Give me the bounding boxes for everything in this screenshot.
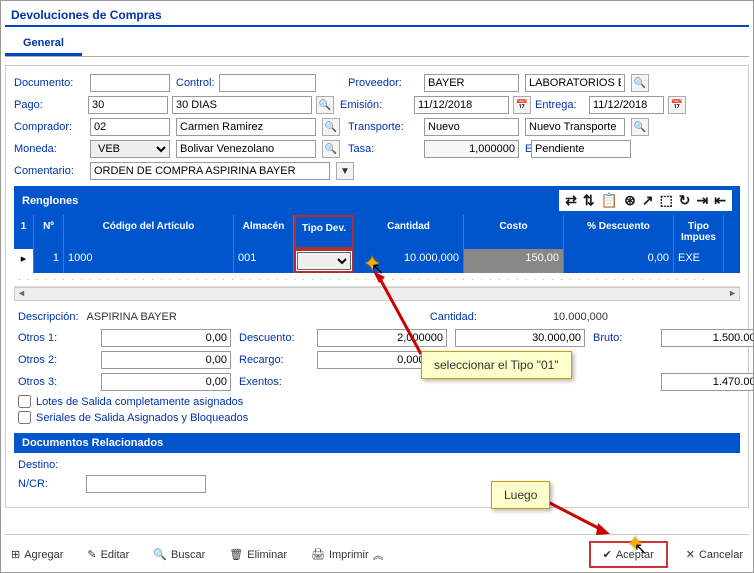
import-icon[interactable]: ⇥ bbox=[697, 192, 709, 209]
edit-icon: ✎ bbox=[87, 548, 96, 561]
moneda-select[interactable]: VEB bbox=[90, 140, 170, 158]
moneda-name-input[interactable] bbox=[176, 140, 316, 158]
cantidad-value: 10.000,000 bbox=[553, 311, 608, 323]
calendar-icon[interactable]: 📅 bbox=[668, 96, 686, 114]
lbl-destino: Destino: bbox=[18, 459, 58, 471]
emision-input[interactable] bbox=[414, 96, 509, 114]
lbl-tasa: Tasa: bbox=[348, 143, 418, 155]
search-icon[interactable]: 🔍 bbox=[316, 96, 334, 114]
docs-rel-header: Documentos Relacionados bbox=[14, 433, 740, 453]
editar-button[interactable]: ✎Editar bbox=[81, 545, 135, 564]
lbl-entrega: Entrega: bbox=[535, 99, 585, 111]
lbl-moneda: Moneda: bbox=[14, 143, 84, 155]
imprimir-button[interactable]: 🖨Imprimir ︽ bbox=[305, 544, 390, 566]
lbl-otros1: Otros 1: bbox=[18, 332, 93, 344]
bruto-input[interactable] bbox=[661, 329, 754, 347]
estatus-input[interactable] bbox=[531, 140, 631, 158]
search-icon[interactable]: 🔍 bbox=[631, 74, 649, 92]
export-icon[interactable]: ↗ bbox=[642, 192, 654, 209]
annotation-callout: Luego bbox=[491, 481, 550, 509]
pago-code-input[interactable] bbox=[88, 96, 168, 114]
lbl-descripcion: Descripción: bbox=[18, 311, 79, 323]
lotes-label: Lotes de Salida completamente asignados bbox=[36, 396, 243, 408]
grid-header: 1 Nº Código del Artículo Almacén Tipo De… bbox=[14, 215, 740, 249]
expand-icon[interactable]: ▼ bbox=[336, 162, 354, 180]
lbl-transporte: Transporte: bbox=[348, 121, 418, 133]
open-icon[interactable]: ⬚ bbox=[660, 192, 673, 209]
comprador-code-input[interactable] bbox=[90, 118, 170, 136]
check-icon: ✔ bbox=[603, 548, 612, 561]
lbl-descuento: Descuento: bbox=[239, 332, 309, 344]
lbl-ncr: N/CR: bbox=[18, 478, 78, 490]
print-icon: 🖨 bbox=[311, 548, 325, 561]
lbl-otros2: Otros 2: bbox=[18, 354, 93, 366]
clipboard-icon[interactable]: 📋 bbox=[601, 192, 618, 209]
proveedor-name-input[interactable] bbox=[525, 74, 625, 92]
eliminar-button[interactable]: 🗑Eliminar bbox=[223, 545, 293, 564]
lbl-bruto: Bruto: bbox=[593, 332, 653, 344]
ncr-input[interactable] bbox=[86, 475, 206, 493]
trash-icon: 🗑 bbox=[229, 548, 243, 561]
money-icon[interactable]: ⊛ bbox=[624, 192, 636, 209]
comentario-input[interactable] bbox=[90, 162, 330, 180]
close-icon: ✕ bbox=[686, 548, 695, 561]
search-icon[interactable]: 🔍 bbox=[322, 118, 340, 136]
out-icon[interactable]: ⇤ bbox=[714, 192, 726, 209]
seriales-checkbox[interactable] bbox=[18, 411, 31, 424]
renglones-title: Renglones bbox=[22, 195, 78, 207]
lbl-pago: Pago: bbox=[14, 99, 84, 111]
refresh-icon[interactable]: ↻ bbox=[679, 192, 691, 209]
tab-general[interactable]: General bbox=[5, 33, 82, 56]
lbl-emision: Emisión: bbox=[340, 99, 410, 111]
arrow-annotation bbox=[371, 269, 431, 359]
renglones-header: Renglones ⇄ ⇅ 📋 ⊛ ↗ ⬚ ↻ ⇥ ⇤ bbox=[14, 186, 740, 215]
search-icon[interactable]: 🔍 bbox=[631, 118, 649, 136]
lbl-cantidad: Cantidad: bbox=[430, 311, 477, 323]
lbl-otros3: Otros 3: bbox=[18, 376, 93, 388]
lbl-comprador: Comprador: bbox=[14, 121, 84, 133]
lbl-proveedor: Proveedor: bbox=[348, 77, 418, 89]
buscar-button[interactable]: 🔍Buscar bbox=[147, 545, 211, 564]
transporte-code-input[interactable] bbox=[424, 118, 519, 136]
otros1-input[interactable] bbox=[101, 329, 231, 347]
seriales-label: Seriales de Salida Asignados y Bloqueado… bbox=[36, 412, 248, 424]
tipo-dev-select[interactable] bbox=[297, 252, 351, 270]
tasa-input bbox=[424, 140, 519, 158]
comprador-name-input[interactable] bbox=[176, 118, 316, 136]
plus-icon: ⊞ bbox=[11, 548, 20, 561]
exentos-input[interactable] bbox=[661, 373, 754, 391]
arrows-icon[interactable]: ⇄ bbox=[565, 192, 577, 209]
documento-input[interactable] bbox=[90, 74, 170, 92]
entrega-input[interactable] bbox=[589, 96, 664, 114]
arrow-annotation bbox=[544, 499, 614, 539]
annotation-callout: seleccionar el Tipo "01" bbox=[421, 351, 572, 379]
window-title: Devoluciones de Compras bbox=[5, 5, 749, 27]
control-input[interactable] bbox=[219, 74, 316, 92]
search-icon: 🔍 bbox=[153, 548, 167, 561]
otros2-input[interactable] bbox=[101, 351, 231, 369]
chevron-up-icon: ︽ bbox=[373, 547, 384, 563]
calendar-icon[interactable]: 📅 bbox=[513, 96, 531, 114]
search-icon[interactable]: 🔍 bbox=[322, 140, 340, 158]
lbl-recargo: Recargo: bbox=[239, 354, 309, 366]
descripcion-value: ASPIRINA BAYER bbox=[87, 311, 177, 323]
lotes-checkbox[interactable] bbox=[18, 395, 31, 408]
lbl-control: Control: bbox=[176, 77, 215, 89]
proveedor-code-input[interactable] bbox=[424, 74, 519, 92]
otros3-input[interactable] bbox=[101, 373, 231, 391]
descuento-val-input[interactable] bbox=[455, 329, 585, 347]
transporte-name-input[interactable] bbox=[525, 118, 625, 136]
cursor-icon: ↖ bbox=[371, 259, 384, 279]
lbl-exentos: Exentos: bbox=[239, 376, 309, 388]
lbl-documento: Documento: bbox=[14, 77, 84, 89]
agregar-button[interactable]: ⊞Agregar bbox=[5, 545, 69, 564]
lbl-comentario: Comentario: bbox=[14, 165, 84, 177]
cursor-icon: ↖ bbox=[634, 539, 647, 559]
tab-bar: General bbox=[5, 33, 749, 57]
pago-desc-input[interactable] bbox=[172, 96, 312, 114]
updown-icon[interactable]: ⇅ bbox=[583, 192, 595, 209]
cancelar-button[interactable]: ✕Cancelar bbox=[680, 545, 749, 564]
